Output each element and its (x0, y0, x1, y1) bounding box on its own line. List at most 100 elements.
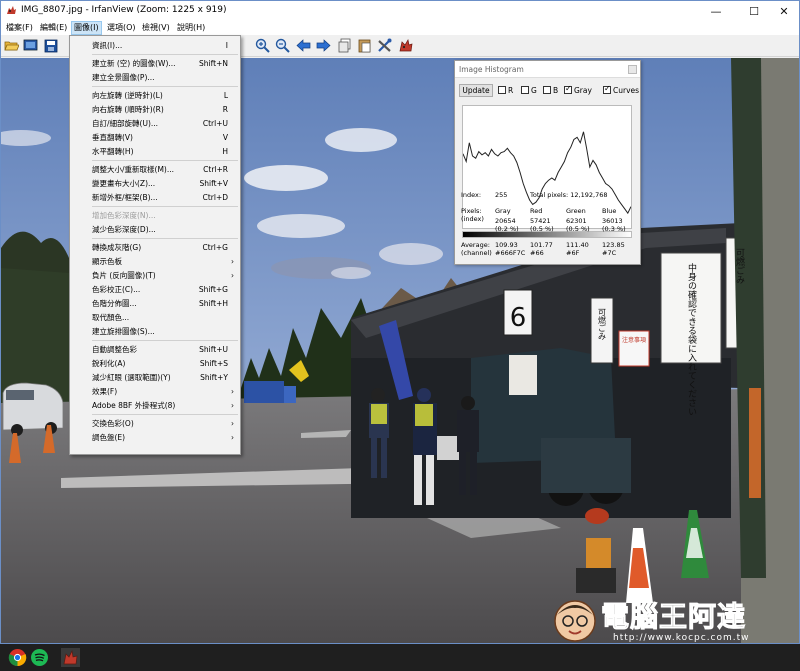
minimize-button[interactable]: — (699, 1, 733, 21)
sign-burnable-text: 可燃ごみ (598, 308, 607, 340)
menu-view[interactable]: 檢視(V) (140, 21, 172, 35)
arrow-left-icon[interactable] (295, 37, 312, 54)
chrome-icon[interactable] (8, 648, 27, 667)
image-menu-item[interactable]: 水平翻轉(H) H (70, 145, 240, 159)
arrow-right-icon[interactable] (315, 37, 332, 54)
menu-options[interactable]: 選項(O) (105, 21, 138, 35)
image-menu-item-label: 負片 (反向圖像)(T) (92, 271, 156, 280)
image-menu-item[interactable]: 新增外框/框架(B)... Ctrl+D (70, 191, 240, 205)
checkbox-g-box[interactable] (521, 86, 529, 94)
image-menu-item[interactable]: 顯示色板 › (70, 255, 240, 269)
histogram-title-bar[interactable]: Image Histogram (455, 61, 640, 78)
image-menu-item[interactable]: 自訂/細部旋轉(U)... Ctrl+U (70, 117, 240, 131)
image-menu-item[interactable]: 銳利化(A) Shift+S (70, 357, 240, 371)
image-menu-item[interactable]: 減少色彩深度(D)... (70, 223, 240, 237)
checkbox-gray[interactable]: Gray (564, 84, 592, 96)
image-menu-item-label: 向左旋轉 (逆時針)(L) (92, 91, 163, 100)
menu-separator (92, 238, 238, 239)
irfanview-taskbar-icon[interactable] (61, 648, 80, 667)
submenu-arrow-icon: › (231, 433, 234, 442)
image-menu-item[interactable]: 調整大小/重新取樣(M)... Ctrl+R (70, 163, 240, 177)
pixels-sub-label: (index) (461, 215, 484, 223)
image-menu-item[interactable]: 資訊(I)... I (70, 39, 240, 53)
green-channel-header: Green (566, 207, 586, 215)
copy-icon[interactable] (336, 37, 353, 54)
settings-tools-icon[interactable] (376, 37, 393, 54)
image-menu-item[interactable]: 自動調整色彩 Shift+U (70, 343, 240, 357)
checkbox-gray-box[interactable] (564, 84, 572, 94)
zoom-out-icon[interactable] (274, 37, 291, 54)
image-menu-item-label: 取代顏色... (92, 313, 130, 322)
checkbox-gray-label: Gray (574, 86, 592, 95)
image-menu-item-label: 垂直翻轉(V) (92, 133, 133, 142)
image-menu-item[interactable]: 建立旋排圖像(S)... (70, 325, 240, 339)
checkbox-r[interactable]: R (498, 86, 513, 96)
paste-icon[interactable] (356, 37, 373, 54)
image-menu-item[interactable]: 調色盤(E) › (70, 431, 240, 445)
gray-average: 109.93 (495, 241, 518, 249)
menu-separator (92, 54, 238, 55)
image-menu-item-label: 轉換成灰階(G) (92, 243, 142, 252)
kocpc-watermark: 電腦王阿達 http://www.kocpc.com.tw (549, 593, 779, 643)
image-menu-item-shortcut: I (225, 41, 228, 50)
image-menu-item[interactable]: 向右旋轉 (順時針)(R) R (70, 103, 240, 117)
submenu-arrow-icon: › (231, 271, 234, 280)
image-menu-item[interactable]: 色彩校正(C)... Shift+G (70, 283, 240, 297)
image-menu-item[interactable]: Adobe 8BF 外掛程式(8) › (70, 399, 240, 413)
histogram-title: Image Histogram (459, 65, 524, 74)
gray-channel-header: Gray (495, 207, 511, 215)
image-menu-item[interactable]: 減少紅眼 (選取範圍)(Y) Shift+Y (70, 371, 240, 385)
image-menu-item-shortcut: Shift+H (199, 299, 228, 308)
checkbox-r-box[interactable] (498, 86, 506, 94)
image-menu-item[interactable]: 變更畫布大小(Z)... Shift+V (70, 177, 240, 191)
spotify-icon[interactable] (30, 648, 49, 667)
image-menu-item[interactable]: 轉換成灰階(G) Ctrl+G (70, 241, 240, 255)
image-menu-item[interactable]: 色階分佈圖... Shift+H (70, 297, 240, 311)
blue-hex: #7C (602, 249, 617, 257)
save-icon[interactable] (42, 37, 59, 54)
menu-edit[interactable]: 編輯(E) (38, 21, 69, 35)
red-hex: #66 (530, 249, 544, 257)
image-menu-item[interactable]: 向左旋轉 (逆時針)(L) L (70, 89, 240, 103)
histogram-update-button[interactable]: Update (459, 84, 493, 97)
green-pixels: 62301 (566, 217, 587, 225)
zoom-in-icon[interactable] (254, 37, 271, 54)
image-menu-item[interactable]: 負片 (反向圖像)(T) › (70, 269, 240, 283)
image-menu-item[interactable]: 效果(F) › (70, 385, 240, 399)
menu-help[interactable]: 說明(H) (175, 21, 207, 35)
window-title: IMG_8807.jpg - IrfanView (Zoom: 1225 x 9… (21, 5, 227, 15)
menu-image[interactable]: 圖像(I) (71, 21, 102, 35)
image-menu-item-label: 建立全景圖像(P)... (92, 73, 155, 82)
blue-channel-header: Blue (602, 207, 617, 215)
image-menu-item-label: 調整大小/重新取樣(M)... (92, 165, 175, 174)
histogram-close-icon[interactable] (628, 65, 637, 74)
image-menu-item[interactable]: 取代顏色... (70, 311, 240, 325)
red-average: 101.77 (530, 241, 553, 249)
image-menu-item[interactable]: 交換色彩(O) › (70, 417, 240, 431)
sign-number: 6 (510, 303, 527, 333)
menu-separator (92, 340, 238, 341)
checkbox-b-box[interactable] (543, 86, 551, 94)
open-folder-icon[interactable] (3, 37, 20, 54)
red-channel-header: Red (530, 207, 543, 215)
close-button[interactable]: ✕ (767, 1, 799, 21)
image-menu-item[interactable]: 建立全景圖像(P)... (70, 71, 240, 85)
image-menu-item-label: 變更畫布大小(Z)... (92, 179, 156, 188)
irfanview-window: IMG_8807.jpg - IrfanView (Zoom: 1225 x 9… (0, 0, 800, 644)
image-menu-item[interactable]: 垂直翻轉(V) V (70, 131, 240, 145)
slideshow-icon[interactable] (22, 37, 39, 54)
checkbox-curves-box[interactable] (603, 84, 611, 94)
title-bar[interactable]: IMG_8807.jpg - IrfanView (Zoom: 1225 x 9… (1, 1, 799, 21)
irfanview-app-icon[interactable] (6, 5, 17, 16)
green-average: 111.40 (566, 241, 589, 249)
irfanview-cat-icon[interactable] (397, 37, 414, 54)
maximize-button[interactable]: ☐ (737, 1, 771, 21)
image-menu-item-label: 水平翻轉(H) (92, 147, 134, 156)
menu-file[interactable]: 檔案(F) (4, 21, 35, 35)
image-menu-item[interactable]: 建立新 (空) 的圖像(W)... Shift+N (70, 57, 240, 71)
green-pct: (0.5 %) (566, 225, 590, 233)
checkbox-b[interactable]: B (543, 86, 558, 96)
checkbox-curves[interactable]: Curves (603, 84, 639, 96)
image-menu-item-label: Adobe 8BF 外掛程式(8) (92, 401, 176, 410)
checkbox-g[interactable]: G (521, 86, 537, 96)
